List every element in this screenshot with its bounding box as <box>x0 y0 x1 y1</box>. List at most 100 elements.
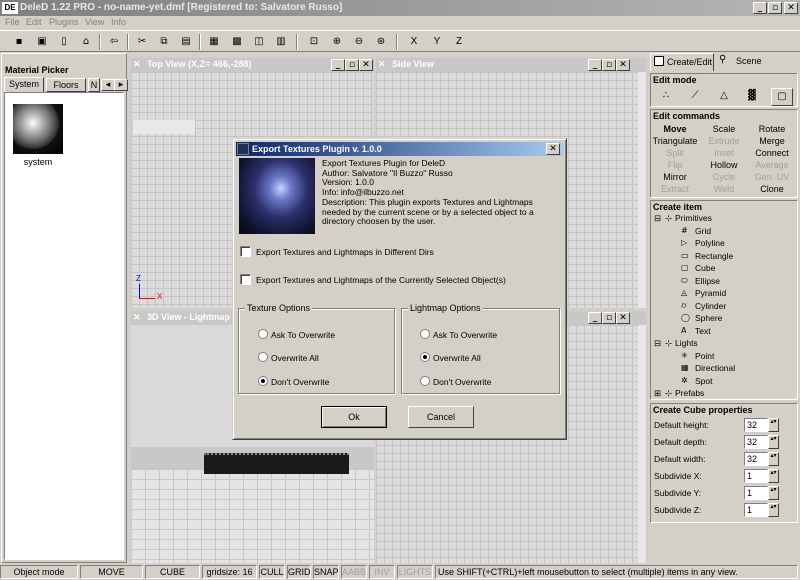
side-view-minimize-button[interactable]: _ <box>588 59 602 71</box>
primitive-item-text[interactable]: Text <box>695 326 711 336</box>
property-value-input[interactable]: 1 <box>744 469 768 483</box>
dialog-titlebar[interactable]: Export Textures Plugin v. 1.0.0 ✕ <box>236 142 563 156</box>
different-dirs-checkbox[interactable] <box>240 246 251 257</box>
object-group-mode-icon[interactable]: ▓ <box>743 88 761 104</box>
property-value-input[interactable]: 32 <box>744 435 768 449</box>
dialog-close-button[interactable]: ✕ <box>546 143 560 155</box>
view-quad-icon[interactable]: ▩ <box>228 34 246 50</box>
edge-mode-icon[interactable]: ⟋ <box>686 88 704 104</box>
paste-icon[interactable]: ▤ <box>177 34 195 50</box>
command-gen-uv[interactable]: Gen. UV <box>748 172 796 182</box>
command-hollow[interactable]: Hollow <box>700 160 748 170</box>
material-tab-floors[interactable]: Floors <box>46 78 86 92</box>
property-spinner[interactable]: ▴▾ <box>768 486 779 500</box>
primitive-item-ellipse[interactable]: Ellipse <box>695 276 720 286</box>
save-icon[interactable]: ▪ <box>10 34 28 50</box>
axis-z-button[interactable]: Z <box>450 34 468 50</box>
ok-button[interactable]: Ok <box>321 406 387 428</box>
zoom-extents-icon[interactable]: ⊡ <box>305 34 323 50</box>
command-extrude[interactable]: Extrude <box>700 136 748 146</box>
object-mode-icon[interactable]: ▢ <box>771 88 793 106</box>
texture-option-radio[interactable] <box>258 329 268 339</box>
cut-icon[interactable]: ✂ <box>133 34 151 50</box>
menu-edit[interactable]: Edit <box>26 17 42 27</box>
texture-option-radio[interactable] <box>258 376 268 386</box>
light-item-point[interactable]: Point <box>695 351 714 361</box>
status-grid[interactable]: GRID <box>287 565 311 579</box>
primitive-item-sphere[interactable]: Sphere <box>695 313 722 323</box>
open-folder-icon[interactable]: ⌂ <box>77 34 95 50</box>
property-spinner[interactable]: ▴▾ <box>768 469 779 483</box>
vertex-mode-icon[interactable]: ∴ <box>657 88 675 104</box>
copy-icon[interactable]: ⧉ <box>155 34 173 50</box>
material-tab-system[interactable]: System <box>4 77 44 92</box>
camera-icon[interactable]: ⊛ <box>372 34 390 50</box>
material-thumbnail[interactable] <box>13 104 63 154</box>
primitive-item-pyramid[interactable]: Pyramid <box>695 288 726 298</box>
tab-scroll-left-icon[interactable]: ◂ <box>101 79 115 91</box>
property-spinner[interactable]: ▴▾ <box>768 452 779 466</box>
status-snap[interactable]: SNAP <box>313 565 339 579</box>
bottom-right-view-minimize-button[interactable]: _ <box>588 312 602 324</box>
command-flip[interactable]: Flip <box>651 160 699 170</box>
command-merge[interactable]: Merge <box>748 136 796 146</box>
lights-expander-icon[interactable]: ⊟ <box>654 338 661 349</box>
cancel-button[interactable]: Cancel <box>408 406 474 428</box>
command-rotate[interactable]: Rotate <box>748 124 796 134</box>
lightmap-option-radio[interactable] <box>420 376 430 386</box>
prefabs-node[interactable]: Prefabs <box>675 388 704 398</box>
3d-cube-object[interactable] <box>204 453 349 474</box>
close-button[interactable]: ✕ <box>784 2 798 14</box>
primitive-item-grid[interactable]: Grid <box>695 226 711 236</box>
menu-file[interactable]: File <box>5 17 20 27</box>
maximize-button[interactable]: ▫ <box>768 2 782 14</box>
save-all-icon[interactable]: ▣ <box>33 34 51 50</box>
status-inv[interactable]: INV <box>369 565 395 579</box>
light-item-directional[interactable]: Directional <box>695 363 735 373</box>
property-spinner[interactable]: ▴▾ <box>768 435 779 449</box>
command-split[interactable]: Split <box>651 148 699 158</box>
lightmap-option-radio[interactable] <box>420 329 430 339</box>
axis-x-button[interactable]: X <box>405 34 423 50</box>
primitive-item-cube[interactable]: Cube <box>695 263 715 273</box>
command-inset[interactable]: Inset <box>700 148 748 158</box>
menu-view[interactable]: View <box>85 17 104 27</box>
lights-node[interactable]: Lights <box>675 338 698 348</box>
tab-scroll-right-icon[interactable]: ▸ <box>114 79 128 91</box>
view-single-icon[interactable]: ▦ <box>205 34 223 50</box>
property-value-input[interactable]: 1 <box>744 503 768 517</box>
top-view-minimize-button[interactable]: _ <box>331 59 345 71</box>
selected-objects-checkbox[interactable] <box>240 274 251 285</box>
3d-view-floor[interactable] <box>131 469 374 563</box>
bottom-right-view-scrollbar[interactable] <box>638 325 646 563</box>
light-item-spot[interactable]: Spot <box>695 376 713 386</box>
side-view-close-button[interactable]: ✕ <box>616 59 630 71</box>
property-spinner[interactable]: ▴▾ <box>768 503 779 517</box>
top-view-maximize-button[interactable]: ▫ <box>345 59 359 71</box>
command-connect[interactable]: Connect <box>748 148 796 158</box>
zoom-out-icon[interactable]: ⊖ <box>350 34 368 50</box>
axis-y-button[interactable]: Y <box>428 34 446 50</box>
menu-info[interactable]: Info <box>111 17 126 27</box>
side-view-scrollbar[interactable] <box>638 72 646 308</box>
tab-scene[interactable]: ⚲ Scene <box>716 54 776 70</box>
prefabs-expander-icon[interactable]: ⊞ <box>654 388 661 399</box>
status-aabb[interactable]: AABB <box>341 565 367 579</box>
zoom-in-icon[interactable]: ⊕ <box>328 34 346 50</box>
property-value-input[interactable]: 32 <box>744 452 768 466</box>
status-lights[interactable]: LIGHTS <box>397 565 433 579</box>
tab-create-edit[interactable]: Create/Edit <box>650 53 714 71</box>
title-bar[interactable]: DE DeleD 1.22 PRO - no-name-yet.dmf [Reg… <box>0 0 800 16</box>
command-triangulate[interactable]: Triangulate <box>651 136 699 146</box>
property-spinner[interactable]: ▴▾ <box>768 418 779 432</box>
command-extract[interactable]: Extract <box>651 184 699 194</box>
primitive-item-polyline[interactable]: Polyline <box>695 238 725 248</box>
view-wide-icon[interactable]: ▥ <box>272 34 290 50</box>
primitive-item-cylinder[interactable]: Cylinder <box>695 301 726 311</box>
command-mirror[interactable]: Mirror <box>651 172 699 182</box>
command-weld[interactable]: Weld <box>700 184 748 194</box>
command-move[interactable]: Move <box>651 124 699 134</box>
primitives-expander-icon[interactable]: ⊟ <box>654 213 661 224</box>
menu-plugins[interactable]: Plugins <box>49 17 79 27</box>
side-view-maximize-button[interactable]: ▫ <box>602 59 616 71</box>
